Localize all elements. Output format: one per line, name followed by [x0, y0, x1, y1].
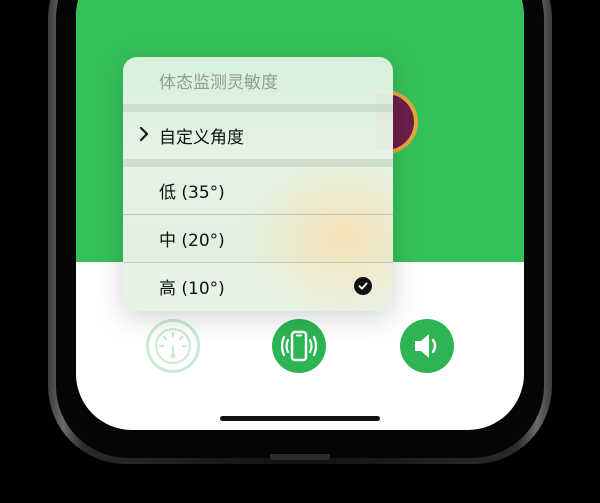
option-high[interactable]: 高 (10°)	[123, 263, 393, 310]
custom-angle-item[interactable]: 自定义角度	[123, 112, 393, 159]
menu-title: 体态监测灵敏度	[159, 73, 278, 93]
option-low[interactable]: 低 (35°)	[123, 167, 393, 214]
sensitivity-menu: 体态监测灵敏度 自定义角度 低 (35°) 中 (20°) 高 (10°)	[123, 57, 393, 311]
checkmark-icon	[354, 277, 372, 295]
menu-separator	[123, 159, 393, 167]
custom-angle-label: 自定义角度	[159, 128, 244, 148]
phone-speaker-lip	[270, 454, 330, 460]
sensitivity-button[interactable]	[146, 319, 200, 373]
vibration-button[interactable]	[272, 319, 326, 373]
home-indicator[interactable]	[220, 416, 380, 421]
phone-vibrate-icon	[280, 330, 318, 362]
option-medium[interactable]: 中 (20°)	[123, 215, 393, 262]
chevron-right-icon	[139, 126, 149, 147]
option-high-label: 高 (10°)	[159, 279, 225, 299]
sound-button[interactable]	[400, 319, 454, 373]
speaker-icon	[415, 334, 437, 358]
option-low-label: 低 (35°)	[159, 183, 225, 203]
menu-separator	[123, 104, 393, 112]
gauge-icon	[155, 328, 191, 364]
menu-header: 体态监测灵敏度	[123, 57, 393, 104]
option-medium-label: 中 (20°)	[159, 231, 225, 251]
